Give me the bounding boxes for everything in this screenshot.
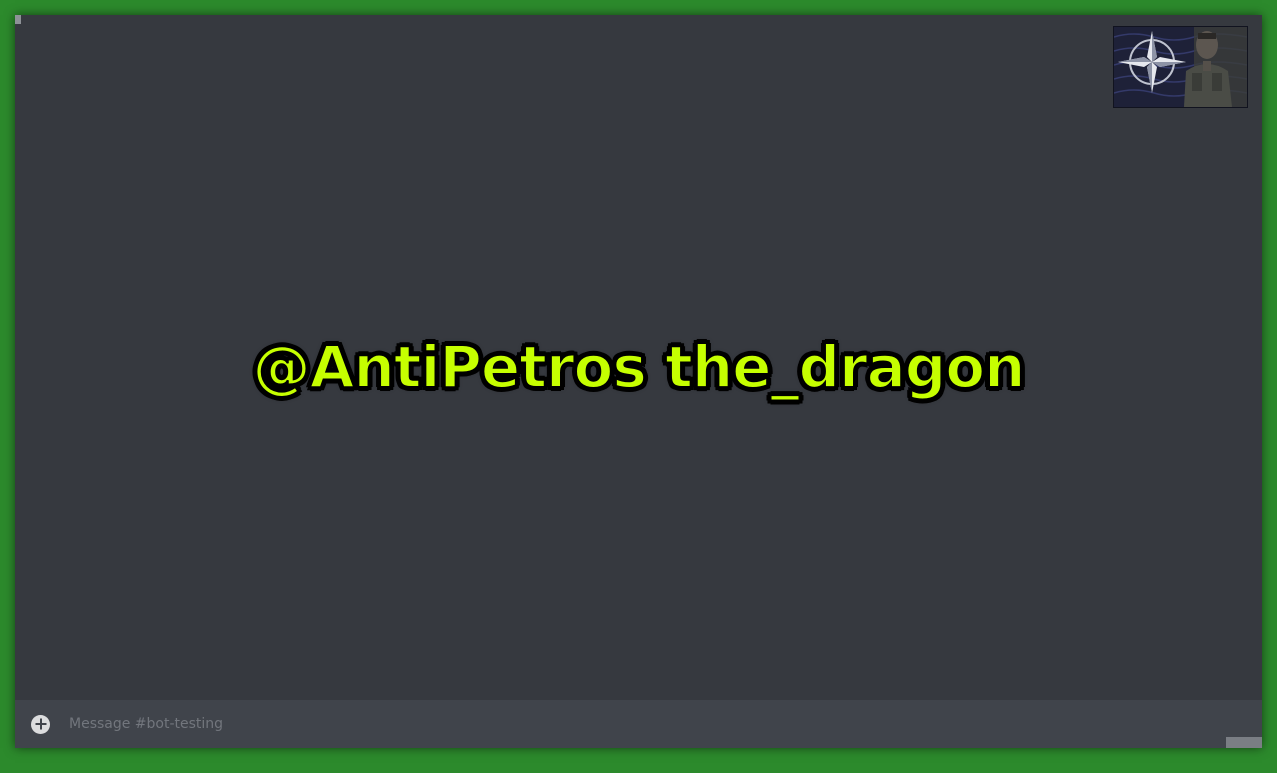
- window-corner-marker: [15, 15, 21, 24]
- composer-corner-marker: [1226, 737, 1262, 748]
- chat-window: @AntiPetros the_dragon: [15, 15, 1262, 748]
- mention-banner: @AntiPetros the_dragon: [15, 332, 1262, 402]
- mention-text: @AntiPetros the_dragon: [252, 332, 1027, 402]
- user-avatar-thumbnail[interactable]: [1113, 26, 1248, 108]
- plus-circle-icon[interactable]: [31, 714, 50, 734]
- message-input[interactable]: [69, 716, 1169, 732]
- message-composer: [15, 700, 1262, 748]
- avatar-image: [1114, 27, 1247, 107]
